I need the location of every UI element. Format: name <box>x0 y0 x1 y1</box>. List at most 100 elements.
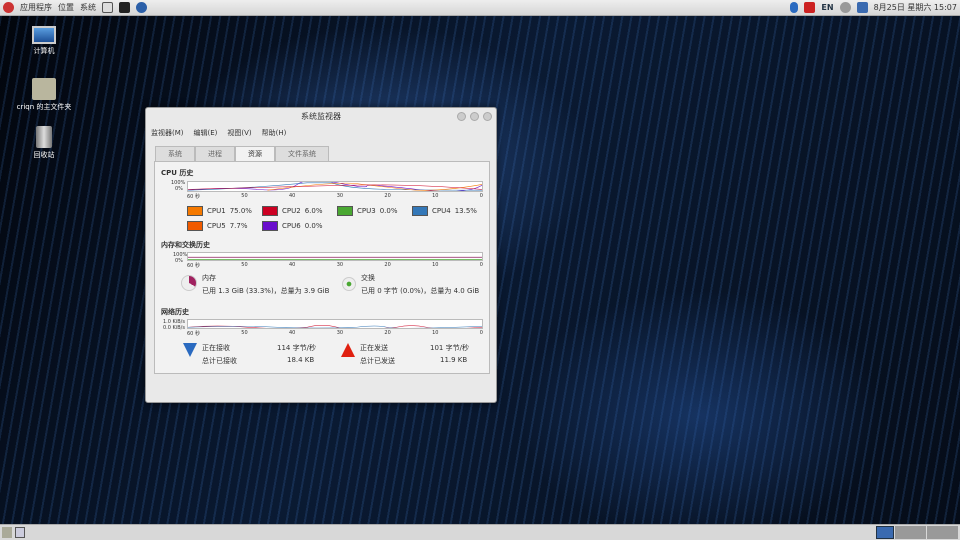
network-history-title: 网络历史 <box>161 308 189 316</box>
cpu-name: CPU3 <box>357 207 376 215</box>
upload-arrow-icon <box>341 343 355 357</box>
volume-icon[interactable] <box>839 2 851 13</box>
memory-usage-text: 已用 1.3 GiB (33.3%)，总量为 3.9 GiB <box>202 287 330 295</box>
cpu-legend-item: CPU2 6.0% <box>262 206 322 216</box>
window-title: 系统监视器 <box>301 112 341 121</box>
cpu-color-swatch[interactable] <box>337 206 353 216</box>
total-received-label: 总计已接收 <box>202 357 237 365</box>
cpu-color-swatch[interactable] <box>412 206 428 216</box>
tab-resources[interactable]: 资源 <box>235 146 275 161</box>
cpu-name: CPU5 <box>207 222 226 230</box>
x-tick: 60 秒 <box>187 331 200 337</box>
x-tick: 40 <box>288 330 296 336</box>
clock[interactable]: 8月25日 星期六 15:07 <box>874 2 957 13</box>
total-sent-label: 总计已发送 <box>360 357 395 365</box>
cpu-legend-item: CPU1 75.0% <box>187 206 252 216</box>
swap-usage-text: 已用 0 字节 (0.0%)，总量为 4.0 GiB <box>361 287 480 295</box>
cpu-legend-item: CPU5 7.7% <box>187 221 247 231</box>
cpu-color-swatch[interactable] <box>187 221 203 231</box>
network-manager-icon[interactable] <box>804 2 816 13</box>
menu-help[interactable]: 帮助(H) <box>262 128 287 138</box>
x-tick: 30 <box>336 193 344 199</box>
x-tick: 10 <box>432 262 439 268</box>
desktop-icon-home[interactable]: criqn 的主文件夹 <box>9 78 79 112</box>
network-history-graph <box>187 319 483 329</box>
cpu-legend-item: CPU4 13.5% <box>412 206 477 216</box>
desktop-icon-trash[interactable]: 回收站 <box>9 126 79 160</box>
cpu-color-swatch[interactable] <box>262 221 278 231</box>
menu-places[interactable]: 位置 <box>58 2 74 13</box>
trash-icon <box>36 126 52 148</box>
x-tick: 0 <box>479 262 483 268</box>
bluetooth-icon[interactable] <box>790 2 799 13</box>
x-tick: 50 <box>241 262 248 268</box>
sending-label: 正在发送 <box>360 344 388 352</box>
x-tick: 10 <box>432 330 439 336</box>
cpu-color-swatch[interactable] <box>262 206 278 216</box>
network-x-axis: 60 秒 50 40 30 20 10 0 <box>187 330 483 337</box>
total-received: 18.4 KB <box>287 356 315 364</box>
swap-label: 交换 <box>361 274 375 282</box>
workspace-3[interactable] <box>927 526 958 539</box>
top-panel: 应用程序 位置 系统 EN 8月25日 星期六 15:07 <box>0 0 960 16</box>
maximize-button[interactable] <box>470 112 479 121</box>
system-monitor-window: 系统监视器 监视器(M) 编辑(E) 视图(V) 帮助(H) 系统 进程 资源 … <box>145 107 497 403</box>
cpu-value: 0.0% <box>304 222 323 230</box>
x-tick: 30 <box>336 330 344 336</box>
download-arrow-icon <box>183 343 197 357</box>
computer-icon <box>32 26 56 44</box>
cpu-x-axis: 60 秒 50 40 30 20 10 0 <box>187 193 483 200</box>
menu-applications[interactable]: 应用程序 <box>20 2 52 13</box>
swap-pie-icon <box>342 277 356 291</box>
x-tick: 50 <box>241 193 248 199</box>
x-tick: 0 <box>479 330 483 336</box>
editor-launcher-icon[interactable] <box>102 2 113 13</box>
resources-panel: CPU 历史 10 0% 0% 60 秒 50 40 30 20 10 0 CPU1 75.0%… <box>154 161 490 374</box>
x-tick: 50 <box>241 330 248 336</box>
cpu-y-min: 0% <box>175 186 183 192</box>
receiving-label: 正在接收 <box>202 344 230 352</box>
close-button[interactable] <box>483 112 492 121</box>
app-menu-icon <box>3 2 14 13</box>
minimize-button[interactable] <box>457 112 466 121</box>
cpu-name: CPU1 <box>207 207 226 215</box>
tab-processes[interactable]: 进程 <box>195 146 235 161</box>
window-titlebar[interactable]: 系统监视器 <box>146 108 496 126</box>
menubar: 监视器(M) 编辑(E) 视图(V) 帮助(H) <box>146 126 496 140</box>
keyboard-layout[interactable]: EN <box>821 3 833 12</box>
desktop-icon-computer[interactable]: 计算机 <box>9 26 79 56</box>
tab-filesystems[interactable]: 文件系统 <box>275 146 329 161</box>
menu-monitor[interactable]: 监视器(M) <box>151 128 184 138</box>
menu-edit[interactable]: 编辑(E) <box>194 128 218 138</box>
x-tick: 20 <box>384 330 391 336</box>
bottom-panel <box>0 524 960 540</box>
show-desktop-icon[interactable] <box>2 527 12 538</box>
cpu-legend-item: CPU6 0.0% <box>262 221 322 231</box>
workspace-1[interactable] <box>876 526 894 539</box>
browser-launcher-icon[interactable] <box>136 2 147 13</box>
home-folder-icon <box>32 78 56 100</box>
menu-view[interactable]: 视图(V) <box>227 128 251 138</box>
cpu-value: 6.0% <box>304 207 323 215</box>
workspace-2[interactable] <box>895 526 926 539</box>
cpu-value: 75.0% <box>229 207 252 215</box>
cpu-color-swatch[interactable] <box>187 206 203 216</box>
cpu-legend-item: CPU3 0.0% <box>337 206 397 216</box>
memory-history-title: 内存和交换历史 <box>161 241 210 249</box>
memory-x-axis: 60 秒 50 40 30 20 10 0 <box>187 262 483 269</box>
x-tick: 40 <box>288 262 296 268</box>
cpu-name: CPU2 <box>282 207 301 215</box>
cpu-value: 0.0% <box>379 207 398 215</box>
taskbar-system-monitor-icon[interactable] <box>15 527 25 538</box>
tab-bar: 系统 进程 资源 文件系统 <box>155 146 329 161</box>
x-tick: 60 秒 <box>187 194 200 200</box>
cpu-history-graph <box>187 181 483 192</box>
cpu-value: 7.7% <box>229 222 248 230</box>
network-status-icon[interactable] <box>856 2 868 13</box>
receiving-rate: 114 字节/秒 <box>277 344 316 352</box>
menu-system[interactable]: 系统 <box>80 2 96 13</box>
terminal-launcher-icon[interactable] <box>119 2 130 13</box>
x-tick: 0 <box>479 193 483 199</box>
memory-pie-icon <box>181 275 197 291</box>
tab-system[interactable]: 系统 <box>155 146 195 161</box>
